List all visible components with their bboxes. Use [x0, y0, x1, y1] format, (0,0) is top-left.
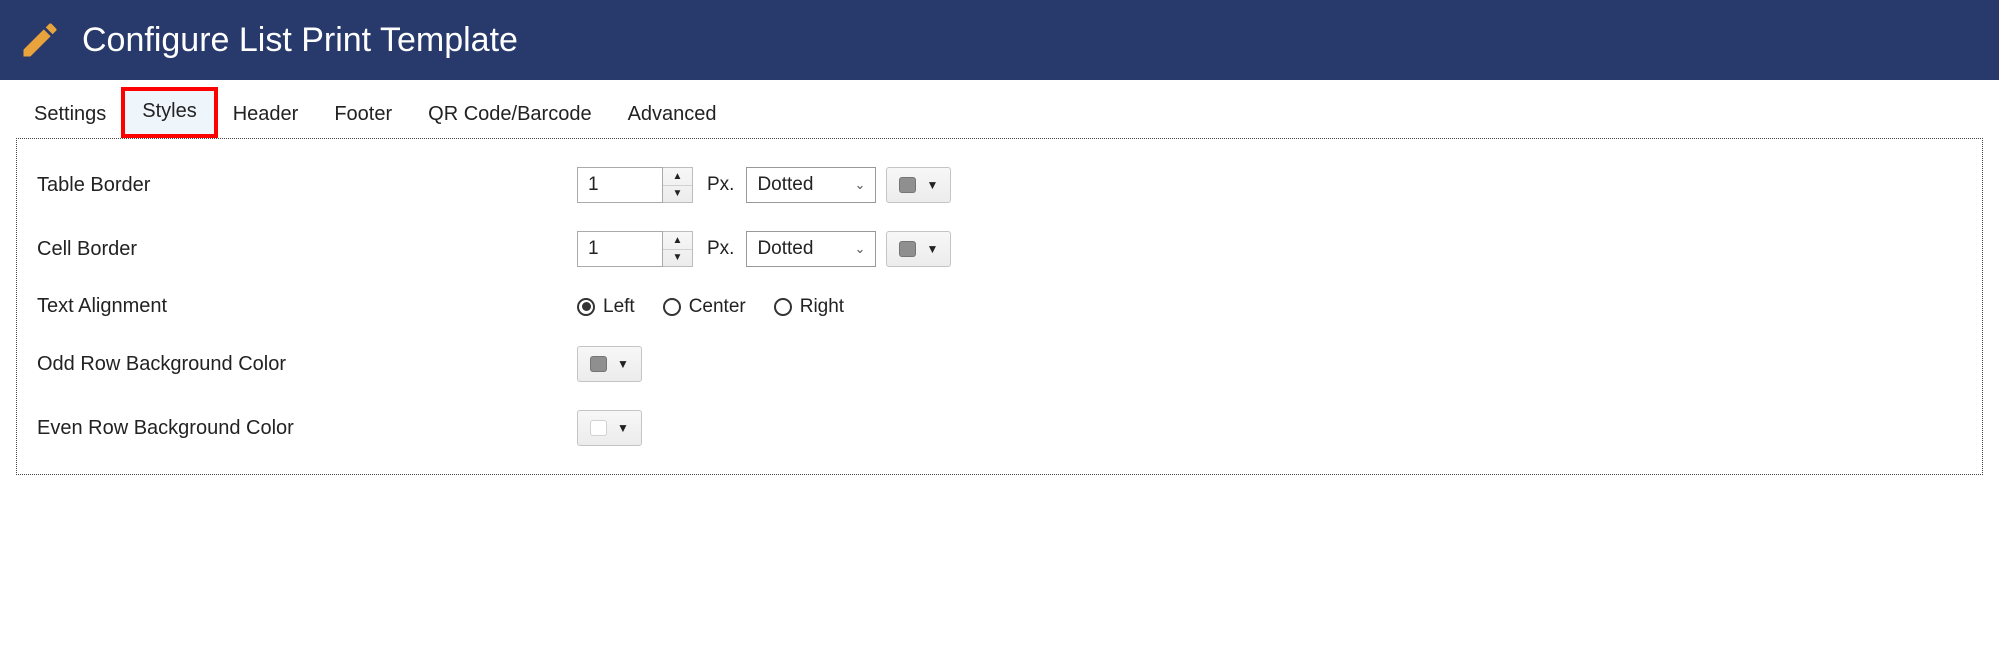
spinner-buttons: ▲ ▼: [663, 167, 693, 203]
table-border-style-select[interactable]: Dotted ⌄: [746, 167, 876, 203]
tab-label: Footer: [334, 103, 392, 125]
tab-footer[interactable]: Footer: [316, 93, 410, 138]
spinner-buttons: ▲ ▼: [663, 231, 693, 267]
chevron-down-icon: ⌄: [855, 177, 866, 193]
triangle-down-icon: ▼: [673, 188, 683, 199]
row-text-alignment: Text Alignment Left Center Right: [37, 295, 1962, 318]
tab-settings[interactable]: Settings: [16, 93, 124, 138]
select-value: Dotted: [757, 238, 813, 260]
radio-icon: [663, 298, 681, 316]
radio-align-left[interactable]: Left: [577, 296, 635, 318]
even-row-bg-color-picker[interactable]: ▼: [577, 410, 642, 446]
spinner-up-button[interactable]: ▲: [663, 168, 692, 186]
tab-label: Advanced: [628, 103, 717, 125]
cell-border-width-input[interactable]: [577, 231, 663, 267]
tab-qr-code-barcode[interactable]: QR Code/Barcode: [410, 93, 609, 138]
controls-table-border: ▲ ▼ Px. Dotted ⌄ ▼: [577, 167, 951, 203]
label-table-border: Table Border: [37, 174, 577, 197]
tab-label: QR Code/Barcode: [428, 103, 591, 125]
cell-border-color-picker[interactable]: ▼: [886, 231, 951, 267]
table-border-color-picker[interactable]: ▼: [886, 167, 951, 203]
alignment-radio-group: Left Center Right: [577, 296, 844, 318]
color-swatch-icon: [590, 420, 607, 436]
tab-header[interactable]: Header: [215, 93, 317, 138]
select-value: Dotted: [757, 174, 813, 196]
triangle-down-icon: ▼: [926, 242, 938, 256]
spinner-down-button[interactable]: ▼: [663, 186, 692, 203]
label-odd-row-bg: Odd Row Background Color: [37, 353, 577, 376]
label-text-alignment: Text Alignment: [37, 295, 577, 318]
radio-label: Right: [800, 296, 844, 318]
row-odd-row-bg: Odd Row Background Color ▼: [37, 346, 1962, 382]
color-swatch-icon: [899, 241, 916, 257]
chevron-down-icon: ⌄: [855, 241, 866, 257]
tab-label: Styles: [142, 100, 196, 122]
table-border-width-input[interactable]: [577, 167, 663, 203]
tabs-bar: Settings Styles Header Footer QR Code/Ba…: [0, 90, 1999, 138]
label-even-row-bg: Even Row Background Color: [37, 417, 577, 440]
page-title: Configure List Print Template: [82, 21, 518, 60]
triangle-down-icon: ▼: [617, 421, 629, 435]
radio-label: Center: [689, 296, 746, 318]
spinner-up-button[interactable]: ▲: [663, 232, 692, 250]
triangle-up-icon: ▲: [673, 171, 683, 182]
tab-label: Settings: [34, 103, 106, 125]
row-table-border: Table Border ▲ ▼ Px. Dotted ⌄: [37, 167, 1962, 203]
triangle-down-icon: ▼: [617, 357, 629, 371]
controls-cell-border: ▲ ▼ Px. Dotted ⌄ ▼: [577, 231, 951, 267]
px-unit-label: Px.: [707, 238, 734, 260]
page-header: Configure List Print Template: [0, 0, 1999, 80]
cell-border-style-select[interactable]: Dotted ⌄: [746, 231, 876, 267]
controls-even-row-bg: ▼: [577, 410, 642, 446]
radio-icon: [577, 298, 595, 316]
color-swatch-icon: [590, 356, 607, 372]
label-cell-border: Cell Border: [37, 238, 577, 261]
radio-align-right[interactable]: Right: [774, 296, 844, 318]
row-cell-border: Cell Border ▲ ▼ Px. Dotted ⌄: [37, 231, 1962, 267]
color-swatch-icon: [899, 177, 916, 193]
px-unit-label: Px.: [707, 174, 734, 196]
triangle-down-icon: ▼: [926, 178, 938, 192]
radio-icon: [774, 298, 792, 316]
spinner-down-button[interactable]: ▼: [663, 250, 692, 267]
radio-label: Left: [603, 296, 635, 318]
tab-advanced[interactable]: Advanced: [610, 93, 735, 138]
triangle-down-icon: ▼: [673, 252, 683, 263]
styles-panel: Table Border ▲ ▼ Px. Dotted ⌄: [16, 138, 1983, 475]
controls-odd-row-bg: ▼: [577, 346, 642, 382]
edit-pencil-icon: [18, 18, 62, 62]
radio-align-center[interactable]: Center: [663, 296, 746, 318]
tab-styles[interactable]: Styles: [124, 90, 214, 138]
odd-row-bg-color-picker[interactable]: ▼: [577, 346, 642, 382]
cell-border-width-stepper: ▲ ▼: [577, 231, 693, 267]
table-border-width-stepper: ▲ ▼: [577, 167, 693, 203]
tab-label: Header: [233, 103, 299, 125]
triangle-up-icon: ▲: [673, 235, 683, 246]
row-even-row-bg: Even Row Background Color ▼: [37, 410, 1962, 446]
